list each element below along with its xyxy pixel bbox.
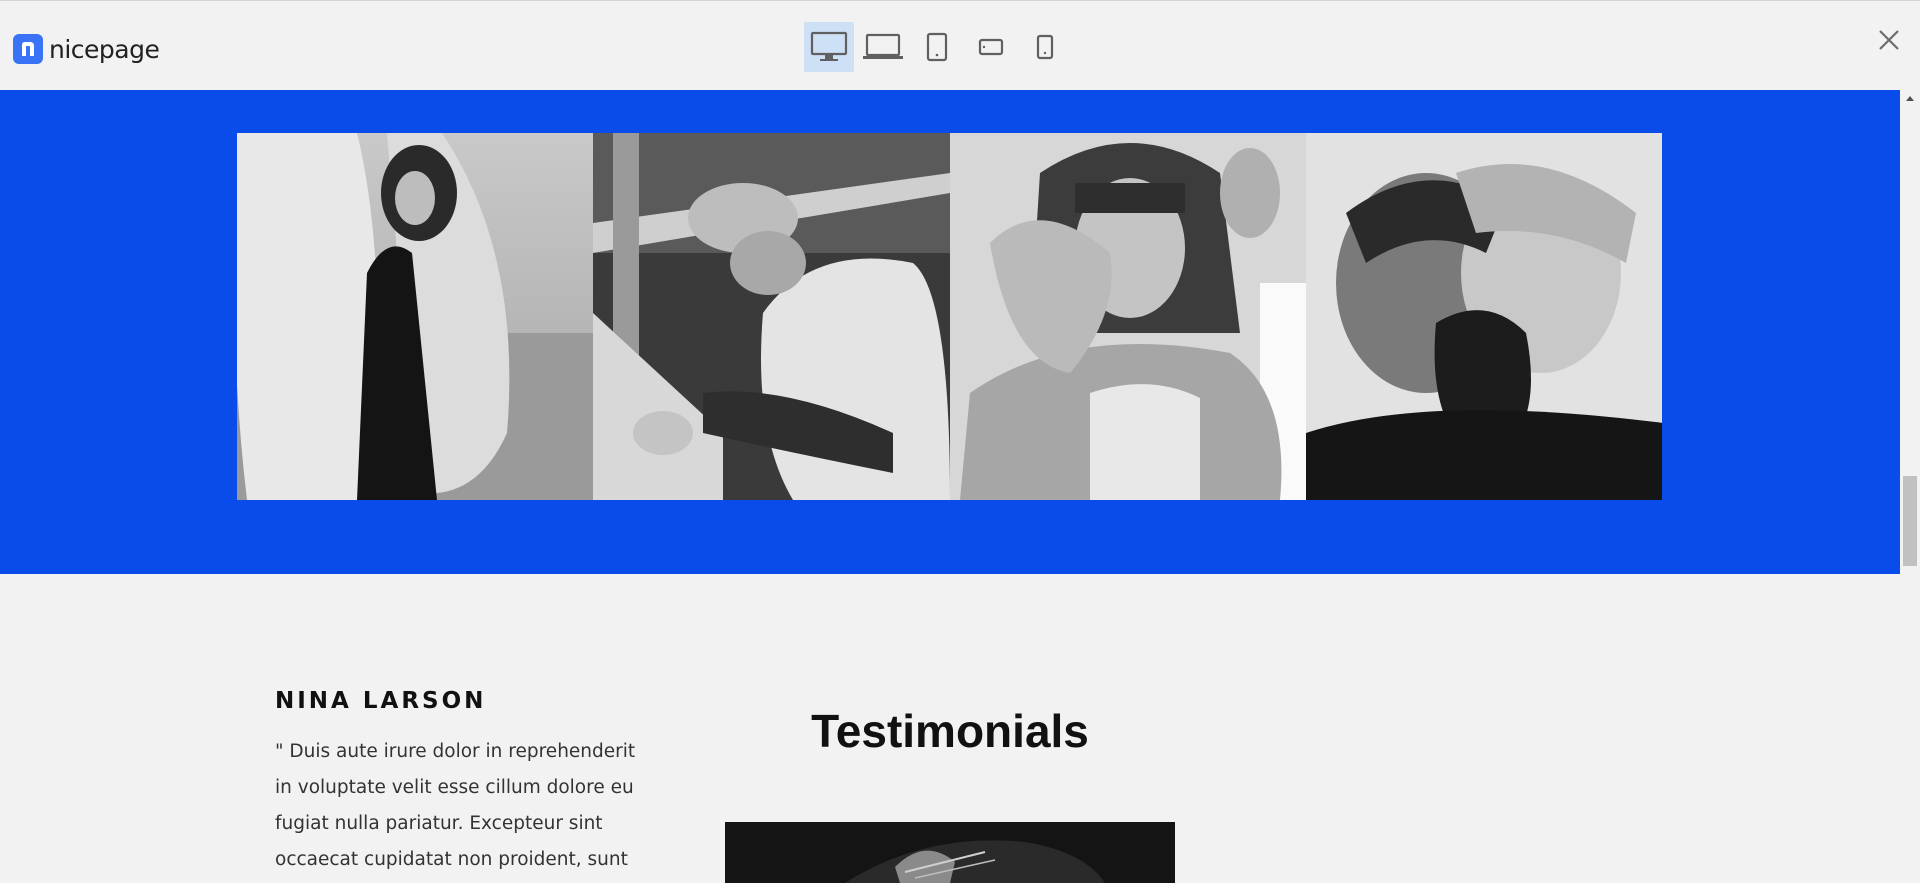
desktop-view-button[interactable] — [804, 22, 854, 72]
close-preview-button[interactable] — [1874, 25, 1904, 55]
device-switcher — [804, 22, 1074, 72]
gallery-photo-2[interactable] — [593, 133, 950, 500]
testimonial-section: NINA LARSON " Duis aute irure dolor in r… — [0, 574, 1900, 883]
phone-landscape-view-button[interactable] — [966, 22, 1016, 72]
testimonial-quote: " Duis aute irure dolor in reprehenderit… — [275, 741, 636, 870]
tablet-icon — [926, 32, 948, 62]
gallery-photo-1[interactable] — [237, 133, 594, 500]
scrollbar-thumb[interactable] — [1903, 476, 1917, 566]
testimonial-author: NINA LARSON — [275, 688, 487, 714]
tablet-view-button[interactable] — [912, 22, 962, 72]
testimonial-photo — [725, 822, 1175, 883]
testimonials-heading: Testimonials — [811, 705, 1089, 757]
gallery-section — [0, 90, 1900, 574]
phone-portrait-view-button[interactable] — [1020, 22, 1070, 72]
close-icon — [1879, 30, 1899, 50]
photo-gallery — [237, 133, 1662, 500]
laptop-view-button[interactable] — [858, 22, 908, 72]
page-preview: NINA LARSON " Duis aute irure dolor in r… — [0, 90, 1900, 883]
phone-portrait-icon — [1036, 34, 1054, 60]
nicepage-logo[interactable]: nicepage — [13, 34, 160, 64]
nicepage-logo-icon — [13, 34, 43, 64]
preview-toolbar: nicepage — [0, 0, 1920, 90]
laptop-icon — [863, 33, 903, 59]
desktop-icon — [810, 31, 848, 61]
scroll-up-arrow-icon[interactable] — [1906, 96, 1914, 101]
logo-text: nicepage — [49, 34, 160, 64]
vertical-scrollbar[interactable] — [1900, 90, 1920, 883]
gallery-photo-4[interactable] — [1305, 133, 1662, 500]
phone-landscape-icon — [978, 38, 1004, 56]
gallery-photo-3[interactable] — [949, 133, 1306, 500]
